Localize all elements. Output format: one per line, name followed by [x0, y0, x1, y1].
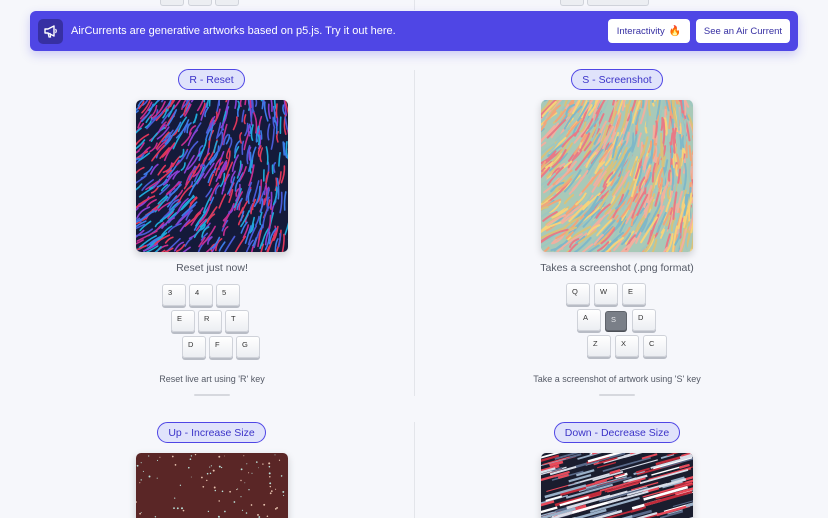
key-e: E	[171, 310, 195, 332]
see-air-current-button[interactable]: See an Air Current	[696, 19, 790, 43]
key-q: Q	[566, 283, 590, 305]
announcement-banner: AirCurrents are generative artworks base…	[30, 11, 798, 51]
reset-pill: R - Reset	[178, 69, 245, 90]
key-stub	[160, 0, 184, 6]
decrease-size-pill: Down - Decrease Size	[554, 422, 680, 443]
key-f: F	[209, 336, 233, 358]
reset-caption: Reset just now!	[176, 262, 248, 274]
key-stub	[560, 0, 584, 6]
key-s-pressed: S	[605, 311, 627, 331]
reset-hint: Reset live art using 'R' key	[159, 374, 265, 384]
column-divider	[414, 422, 415, 518]
section-separator	[599, 394, 635, 396]
megaphone-icon	[38, 18, 63, 44]
key-r: R	[198, 310, 222, 332]
screenshot-hint: Take a screenshot of artwork using 'S' k…	[533, 374, 701, 384]
key-3: 3	[162, 284, 186, 306]
artwork-increase-size-preview[interactable]	[136, 453, 288, 518]
key-stub	[188, 0, 212, 6]
key-z: Z	[587, 335, 611, 357]
key-stub	[215, 0, 239, 6]
section-separator	[194, 394, 230, 396]
key-c: C	[643, 335, 667, 357]
fire-icon: 🔥	[668, 25, 682, 37]
screenshot-caption: Takes a screenshot (.png format)	[540, 262, 694, 274]
key-d: D	[632, 309, 656, 331]
key-x: X	[615, 335, 639, 357]
artwork-screenshot-preview[interactable]	[541, 100, 693, 252]
interactivity-label: Interactivity	[616, 25, 665, 37]
key-g: G	[236, 336, 260, 358]
key-e: E	[622, 283, 646, 305]
key-5: 5	[216, 284, 240, 306]
column-divider	[414, 0, 415, 10]
key-stub	[587, 0, 649, 6]
banner-message: AirCurrents are generative artworks base…	[71, 25, 396, 37]
key-4: 4	[189, 284, 213, 306]
interactivity-button[interactable]: Interactivity 🔥	[608, 19, 690, 43]
increase-size-pill: Up - Increase Size	[157, 422, 266, 443]
key-t: T	[225, 310, 249, 332]
artwork-decrease-size-preview[interactable]	[541, 453, 693, 518]
key-w: W	[594, 283, 618, 305]
column-divider	[414, 70, 415, 396]
key-a: A	[577, 309, 601, 331]
key-d: D	[182, 336, 206, 358]
screenshot-pill: S - Screenshot	[571, 69, 663, 90]
artwork-reset-preview[interactable]	[136, 100, 288, 252]
